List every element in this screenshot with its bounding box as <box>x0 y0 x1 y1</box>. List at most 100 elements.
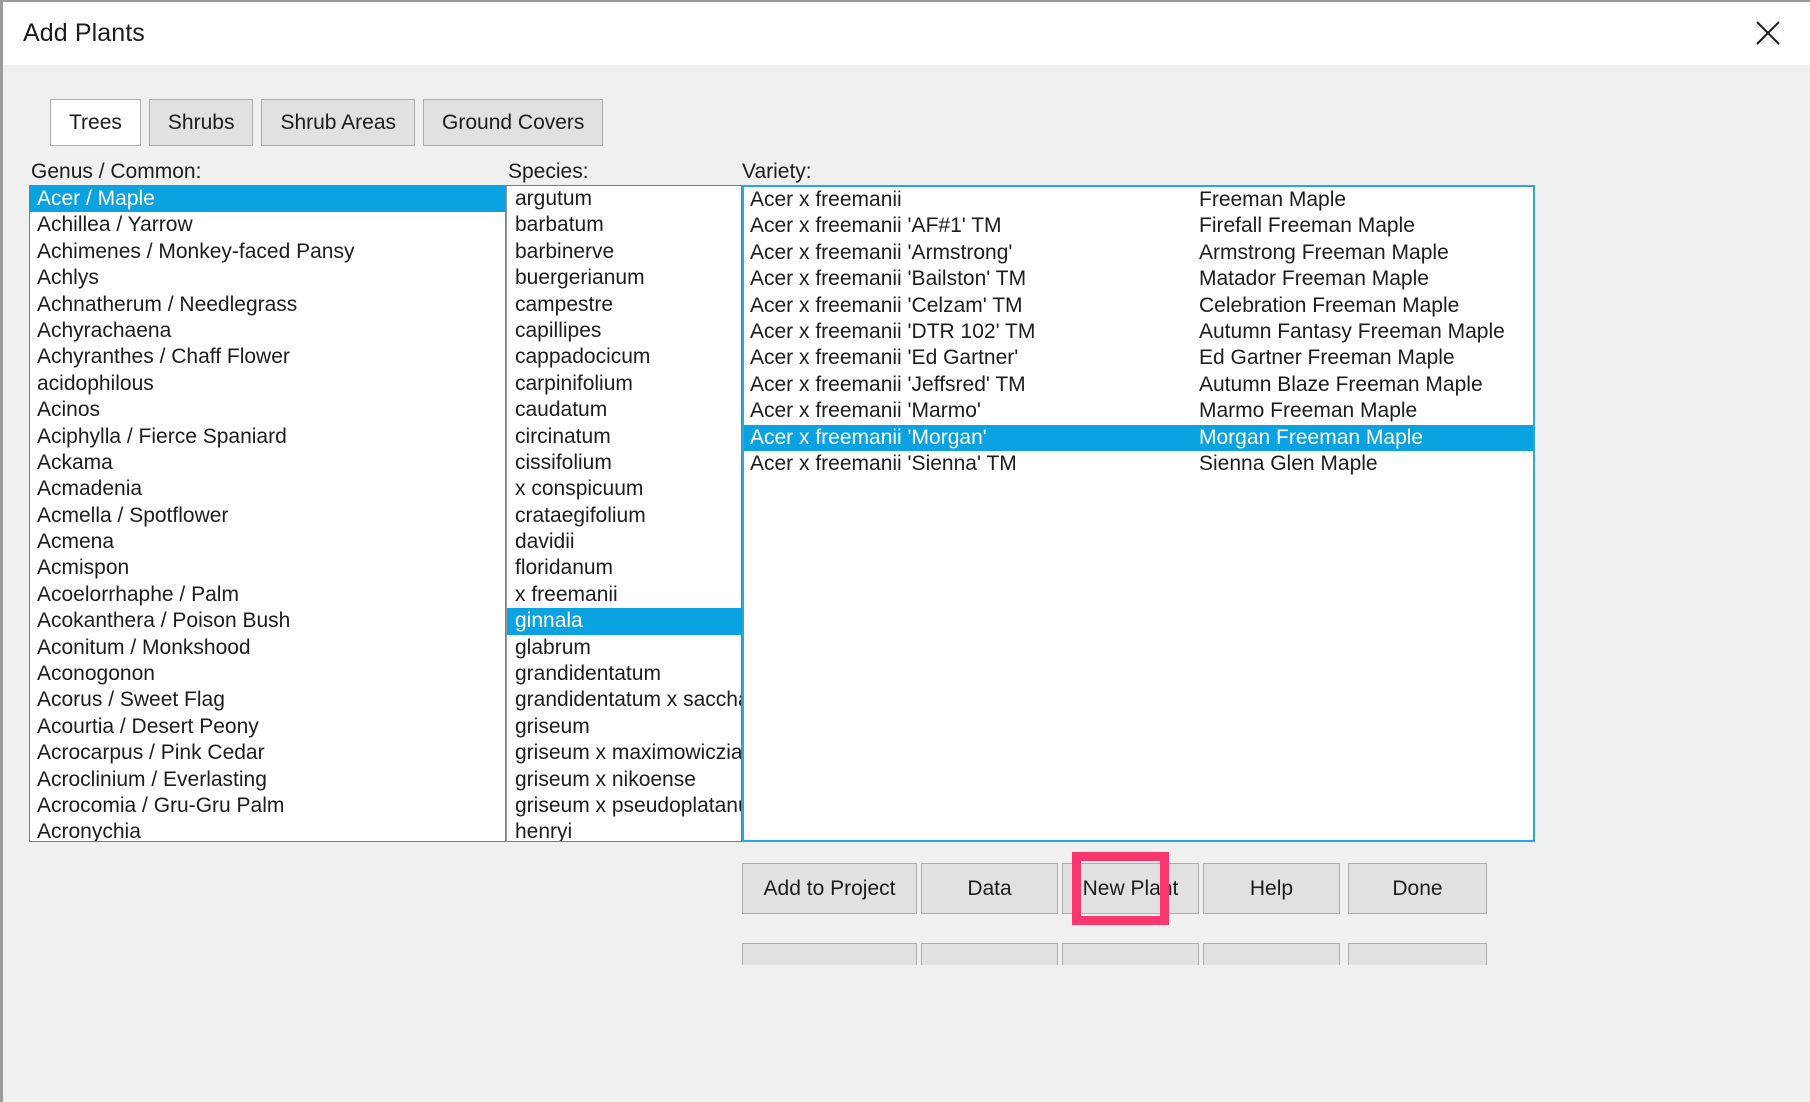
genus-list-item[interactable]: Acinos <box>30 397 505 423</box>
partial-button-4 <box>1203 943 1340 965</box>
variety-scientific-name: Acer x freemanii 'Ed Gartner' <box>750 346 1019 370</box>
tab-trees-label: Trees <box>69 110 122 134</box>
new-plant-label: New Plant <box>1082 876 1179 900</box>
genus-list-item[interactable]: Achyranthes / Chaff Flower <box>30 344 505 370</box>
data-label: Data <box>967 876 1012 900</box>
done-label: Done <box>1392 876 1443 900</box>
species-list-item[interactable]: floridanum <box>507 555 741 581</box>
plant-type-tabs: Trees Shrubs Shrub Areas Ground Covers <box>50 99 604 146</box>
close-icon[interactable] <box>1740 10 1796 56</box>
done-button[interactable]: Done <box>1348 863 1487 914</box>
data-button[interactable]: Data <box>921 863 1058 914</box>
species-list-item[interactable]: campestre <box>507 292 741 318</box>
species-list-item[interactable]: cissifolium <box>507 450 741 476</box>
species-list-item[interactable]: griseum x maximowiczianum <box>507 740 741 766</box>
tab-shrub-areas[interactable]: Shrub Areas <box>261 99 416 146</box>
species-list-item[interactable]: carpinifolium <box>507 371 741 397</box>
new-plant-button[interactable]: New Plant <box>1062 863 1199 914</box>
genus-list-item[interactable]: Acmispon <box>30 555 505 581</box>
species-list-item[interactable]: griseum <box>507 714 741 740</box>
variety-list-item[interactable]: Acer x freemanii 'AF#1' TM Firefall Freem… <box>744 213 1533 239</box>
species-list-item[interactable]: caudatum <box>507 397 741 423</box>
variety-list-item[interactable]: Acer x freemanii Freeman Maple <box>744 187 1533 213</box>
variety-common-name: Autumn Fantasy Freeman Maple <box>1199 319 1505 343</box>
dialog-titlebar: Add Plants <box>3 2 1810 65</box>
variety-list-item[interactable]: Acer x freemanii 'Celzam' TM Celebration … <box>744 293 1533 319</box>
variety-list-item[interactable]: Acer x freemanii 'Jeffsred' TM Autumn Bla… <box>744 372 1533 398</box>
genus-column-label: Genus / Common: <box>31 160 202 183</box>
variety-scientific-name: Acer x freemanii 'Marmo' <box>750 399 981 423</box>
species-list-item[interactable]: henryi <box>507 819 741 841</box>
variety-list-item[interactable]: Acer x freemanii 'Morgan' Morgan Freeman … <box>744 424 1533 451</box>
genus-list-item[interactable]: Aciphylla / Fierce Spaniard <box>30 424 505 450</box>
partial-button-2 <box>921 943 1058 965</box>
variety-common-name: Marmo Freeman Maple <box>1199 399 1418 423</box>
variety-scientific-name: Acer x freemanii 'AF#1' TM <box>750 214 1002 238</box>
add-plants-dialog: Add Plants Trees Shrubs Shrub Areas Grou… <box>0 0 1810 1102</box>
species-list-item[interactable]: griseum x pseudoplatanus <box>507 793 741 819</box>
genus-list-item[interactable]: Achnatherum / Needlegrass <box>30 292 505 318</box>
genus-list-item[interactable]: Acmena <box>30 529 505 555</box>
genus-list-item[interactable]: Acrocarpus / Pink Cedar <box>30 740 505 766</box>
species-column-label: Species: <box>508 160 589 183</box>
variety-listbox[interactable]: Acer x freemanii Freeman Maple Acer x free… <box>742 185 1535 842</box>
variety-common-name: Firefall Freeman Maple <box>1199 214 1415 238</box>
genus-list-item[interactable]: Acorus / Sweet Flag <box>30 687 505 713</box>
partial-button-row <box>742 943 1535 965</box>
species-list-item[interactable]: griseum x nikoense <box>507 767 741 793</box>
genus-list-item[interactable]: Achlys <box>30 265 505 291</box>
variety-scientific-name: Acer x freemanii 'Morgan' <box>750 425 987 449</box>
species-list-item[interactable]: circinatum <box>507 424 741 450</box>
tab-ground-covers[interactable]: Ground Covers <box>423 99 604 146</box>
variety-scientific-name: Acer x freemanii 'Jeffsred' TM <box>750 372 1026 396</box>
tab-ground-covers-label: Ground Covers <box>442 110 585 134</box>
genus-list-item[interactable]: Acoelorrhaphe / Palm <box>30 582 505 608</box>
species-list-item[interactable]: ginnala <box>507 608 741 635</box>
genus-list-item[interactable]: acidophilous <box>30 371 505 397</box>
genus-list-item[interactable]: Achillea / Yarrow <box>30 212 505 238</box>
genus-list-item[interactable]: Acokanthera / Poison Bush <box>30 608 505 634</box>
variety-list-item[interactable]: Acer x freemanii 'DTR 102' TM Autumn Fant… <box>744 319 1533 345</box>
genus-list-item[interactable]: Aconogonon <box>30 661 505 687</box>
species-list-item[interactable]: x conspicuum <box>507 476 741 502</box>
species-list-item[interactable]: grandidentatum x saccharum <box>507 687 741 713</box>
genus-list-item[interactable]: Acroclinium / Everlasting <box>30 767 505 793</box>
genus-list-item[interactable]: Acer / Maple <box>30 186 505 213</box>
genus-list-item[interactable]: Achyrachaena <box>30 318 505 344</box>
species-listbox[interactable]: argutum barbatum barbinerve buergerianum cam… <box>506 185 742 842</box>
variety-common-name: Morgan Freeman Maple <box>1199 425 1424 449</box>
variety-list-item[interactable]: Acer x freemanii 'Marmo' Marmo Freeman Ma… <box>744 398 1533 424</box>
add-to-project-button[interactable]: Add to Project <box>742 863 917 914</box>
species-list-item[interactable]: cappadocicum <box>507 344 741 370</box>
genus-list-item[interactable]: Acourtia / Desert Peony <box>30 714 505 740</box>
tab-trees[interactable]: Trees <box>50 99 141 146</box>
species-list-item[interactable]: argutum <box>507 186 741 212</box>
genus-list-item[interactable]: Acmadenia <box>30 476 505 502</box>
variety-scientific-name: Acer x freemanii 'Bailston' TM <box>750 267 1027 291</box>
species-list-item[interactable]: capillipes <box>507 318 741 344</box>
variety-list-item[interactable]: Acer x freemanii 'Bailston' TM Matador Fr… <box>744 266 1533 292</box>
tab-shrubs-label: Shrubs <box>167 110 235 134</box>
species-list-item[interactable]: barbinerve <box>507 239 741 265</box>
variety-scientific-name: Acer x freemanii 'DTR 102' TM <box>750 319 1036 343</box>
species-list-item[interactable]: buergerianum <box>507 265 741 291</box>
variety-list-item[interactable]: Acer x freemanii 'Ed Gartner' Ed Gartner … <box>744 345 1533 371</box>
variety-list-item[interactable]: Acer x freemanii 'Sienna' TM Sienna Glen … <box>744 451 1533 477</box>
tab-shrubs[interactable]: Shrubs <box>148 99 254 146</box>
genus-listbox[interactable]: Acer / Maple Achillea / Yarrow Achimenes /… <box>29 185 506 842</box>
genus-list-item[interactable]: Acmella / Spotflower <box>30 503 505 529</box>
variety-list-item[interactable]: Acer x freemanii 'Armstrong' Armstrong Fr… <box>744 240 1533 266</box>
genus-list-item[interactable]: Achimenes / Monkey-faced Pansy <box>30 239 505 265</box>
species-list-item[interactable]: davidii <box>507 529 741 555</box>
genus-list-item[interactable]: Acrocomia / Gru-Gru Palm <box>30 793 505 819</box>
species-list-item[interactable]: barbatum <box>507 212 741 238</box>
species-list-item[interactable]: crataegifolium <box>507 503 741 529</box>
genus-list-item[interactable]: Aconitum / Monkshood <box>30 635 505 661</box>
genus-list-item[interactable]: Ackama <box>30 450 505 476</box>
help-button[interactable]: Help <box>1203 863 1340 914</box>
species-list-item[interactable]: grandidentatum <box>507 661 741 687</box>
variety-common-name: Matador Freeman Maple <box>1199 267 1429 291</box>
species-list-item[interactable]: glabrum <box>507 635 741 661</box>
species-list-item[interactable]: x freemanii <box>507 582 741 608</box>
genus-list-item[interactable]: Acronychia <box>30 819 505 841</box>
